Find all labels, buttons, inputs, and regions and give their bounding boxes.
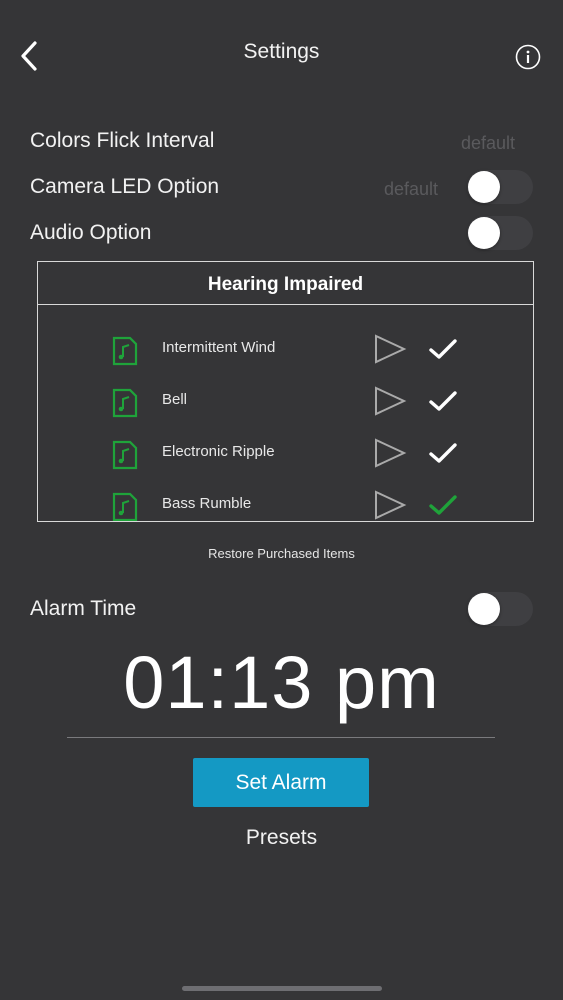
- check-icon[interactable]: [428, 337, 458, 361]
- alarm-time-display[interactable]: 01:13 pm: [0, 640, 563, 725]
- time-underline: [67, 737, 495, 738]
- toggle-knob: [468, 171, 500, 203]
- music-file-icon: [112, 492, 138, 521]
- music-file-icon: [112, 336, 138, 366]
- sound-name: Electronic Ripple: [162, 443, 275, 460]
- sound-item[interactable]: Bell: [38, 385, 533, 425]
- play-icon[interactable]: [373, 386, 407, 416]
- set-alarm-button[interactable]: Set Alarm: [193, 758, 369, 807]
- camera-led-label: Camera LED Option: [30, 175, 220, 198]
- restore-purchased-link[interactable]: Restore Purchased Items: [0, 546, 563, 561]
- info-icon: [515, 44, 541, 70]
- play-icon[interactable]: [373, 490, 407, 520]
- toggle-knob: [468, 217, 500, 249]
- home-indicator[interactable]: [182, 986, 382, 991]
- hearing-impaired-panel: Hearing Impaired Intermittent Wind Bell: [37, 261, 534, 522]
- camera-led-value: default: [384, 179, 439, 199]
- info-button[interactable]: [515, 44, 541, 70]
- alarm-toggle[interactable]: [467, 592, 533, 626]
- sound-item[interactable]: Electronic Ripple: [38, 437, 533, 477]
- play-icon[interactable]: [373, 438, 407, 468]
- page-title: Settings: [243, 40, 320, 63]
- check-icon[interactable]: [428, 493, 458, 517]
- toggle-knob: [468, 593, 500, 625]
- camera-led-toggle[interactable]: [467, 170, 533, 204]
- music-file-icon: [112, 388, 138, 418]
- play-icon[interactable]: [373, 334, 407, 364]
- sound-item-selected[interactable]: Bass Rumble: [38, 489, 533, 521]
- audio-option-label: Audio Option: [30, 221, 152, 244]
- panel-divider: [38, 304, 533, 305]
- check-icon[interactable]: [428, 389, 458, 413]
- music-file-icon: [112, 440, 138, 470]
- sound-name: Bass Rumble: [162, 495, 252, 512]
- colors-flick-label: Colors Flick Interval: [30, 129, 215, 152]
- sound-name: Intermittent Wind: [162, 339, 276, 356]
- presets-link[interactable]: Presets: [0, 826, 563, 850]
- check-icon[interactable]: [428, 441, 458, 465]
- alarm-time-label: Alarm Time: [30, 597, 137, 620]
- sound-name: Bell: [162, 391, 188, 408]
- panel-title: Hearing Impaired: [207, 274, 364, 295]
- audio-option-toggle[interactable]: [467, 216, 533, 250]
- sound-item[interactable]: Intermittent Wind: [38, 333, 533, 373]
- colors-flick-value[interactable]: default: [461, 133, 515, 154]
